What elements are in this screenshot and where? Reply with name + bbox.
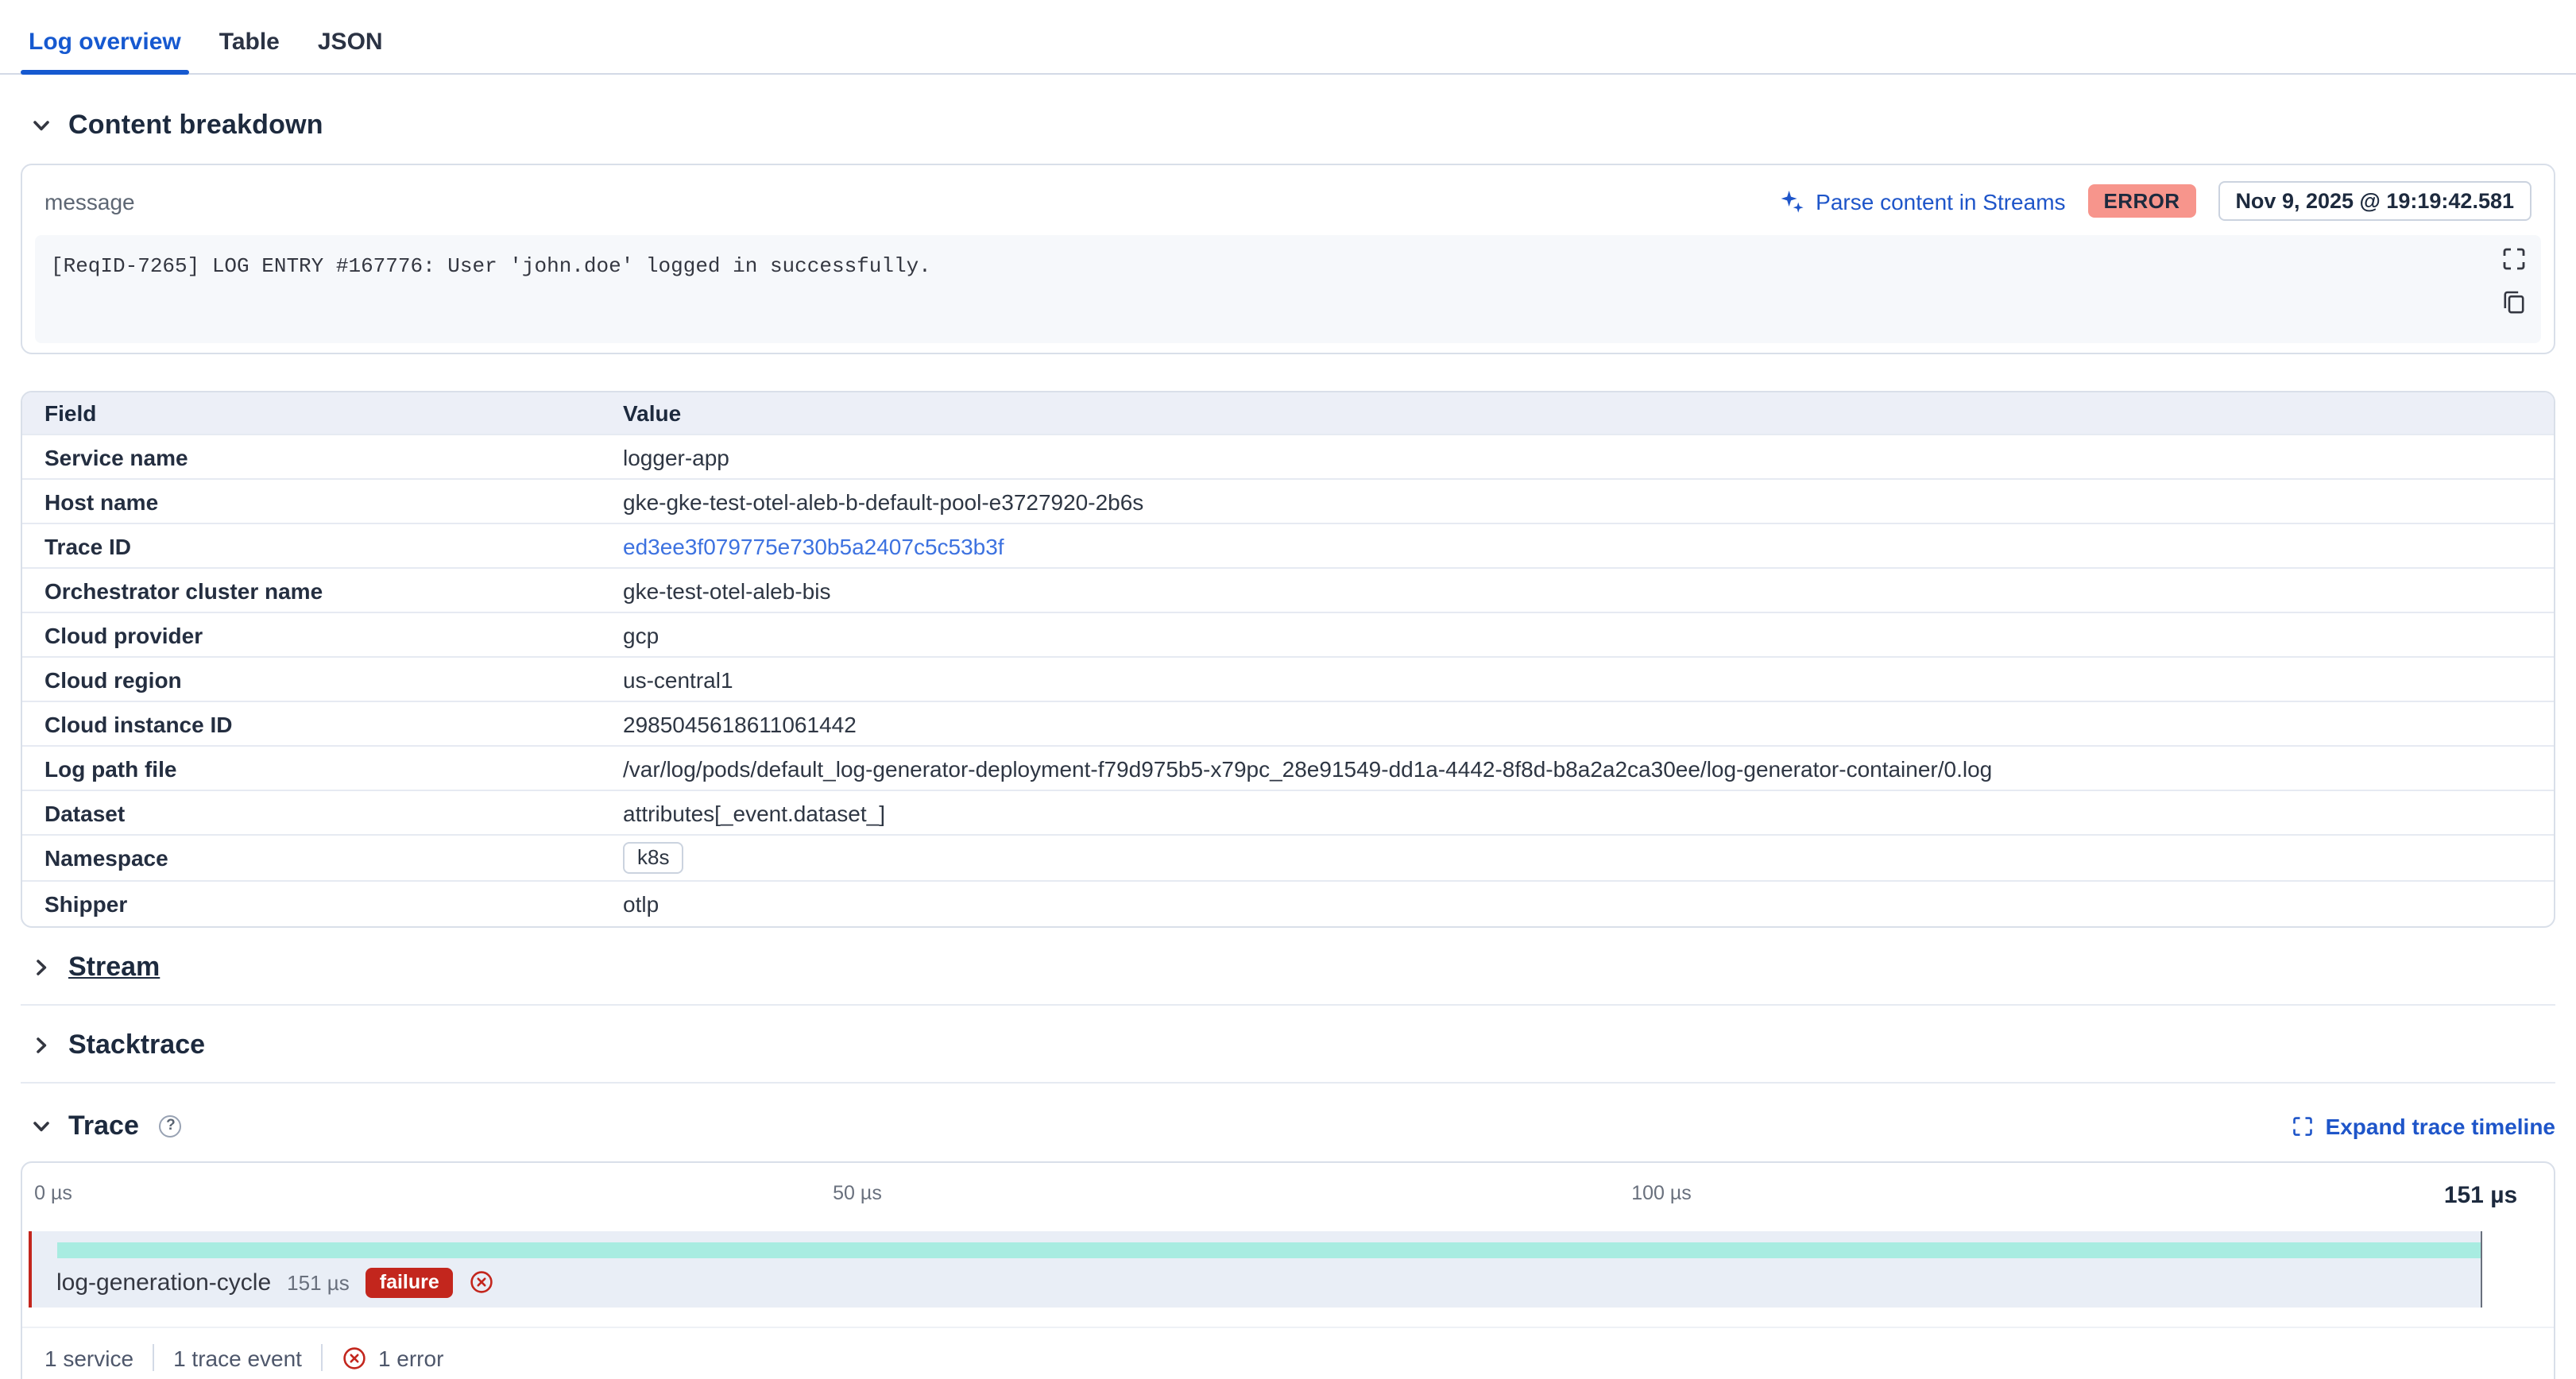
field-value: logger-app (601, 435, 2554, 479)
trace-span-row[interactable]: log-generation-cycle 151 µs failure (29, 1230, 2481, 1307)
table-row: Trace ID ed3ee3f079775e730b5a2407c5c53b3… (22, 523, 2554, 568)
field-value-table: Field Value Service name logger-app Host… (21, 391, 2555, 927)
field-name: Dataset (22, 790, 601, 835)
field-value: gke-test-otel-aleb-bis (601, 568, 2554, 612)
trace-event-count: 1 trace event (173, 1345, 302, 1370)
table-row: Cloud provider gcp (22, 612, 2554, 657)
table-row: Orchestrator cluster name gke-test-otel-… (22, 568, 2554, 612)
expand-icon (2292, 1114, 2315, 1137)
table-header-row: Field Value (22, 392, 2554, 435)
axis-tick: 100 µs (1631, 1181, 1692, 1203)
section-title-stacktrace: Stacktrace (68, 1029, 205, 1060)
section-title-trace: Trace (68, 1110, 139, 1141)
divider (321, 1344, 323, 1371)
trace-section-toggle[interactable]: Trace ? (32, 1110, 182, 1141)
tab-table[interactable]: Table (211, 29, 288, 73)
column-header-value: Value (601, 392, 2554, 435)
divider (153, 1344, 154, 1371)
field-name: Log path file (22, 746, 601, 790)
field-value: attributes[_event.dataset_] (601, 790, 2554, 835)
axis-tick: 0 µs (34, 1181, 72, 1203)
code-block-actions (2501, 246, 2527, 315)
parse-content-label: Parse content in Streams (1816, 188, 2065, 214)
error-count-label: 1 error (378, 1345, 443, 1370)
field-name: Cloud region (22, 657, 601, 701)
message-field-label: message (44, 188, 135, 214)
chevron-down-icon (32, 116, 51, 135)
axis-tick: 50 µs (833, 1181, 882, 1203)
section-title-content-breakdown: Content breakdown (68, 110, 323, 141)
span-label-group: log-generation-cycle 151 µs failure (56, 1267, 495, 1297)
field-value: gcp (601, 612, 2554, 657)
field-value: us-central1 (601, 657, 2554, 701)
field-name: Orchestrator cluster name (22, 568, 601, 612)
chevron-right-icon (32, 957, 51, 976)
field-value: gke-gke-test-otel-aleb-b-default-pool-e3… (601, 479, 2554, 523)
field-value: otlp (601, 881, 2554, 925)
span-status-badge[interactable]: failure (366, 1267, 454, 1297)
table-row: Host name gke-gke-test-otel-aleb-b-defau… (22, 479, 2554, 523)
log-level-badge[interactable]: ERROR (2088, 184, 2196, 218)
table-row: Service name logger-app (22, 435, 2554, 479)
message-code-block: [ReqID-7265] LOG ENTRY #167776: User 'jo… (35, 235, 2541, 343)
parse-content-link[interactable]: Parse content in Streams (1779, 188, 2065, 214)
table-row: Dataset attributes[_event.dataset_] (22, 790, 2554, 835)
log-detail-flyout: Log overview Table JSON Content breakdow… (0, 0, 2576, 1379)
span-duration-bar (56, 1242, 2481, 1257)
timeline-axis: 0 µs 50 µs 100 µs 151 µs (22, 1181, 2554, 1226)
message-panel: message Parse content in Streams ERROR N… (21, 164, 2555, 354)
chevron-right-icon (32, 1035, 51, 1054)
field-name: Service name (22, 435, 601, 479)
sparkles-icon (1779, 188, 1804, 214)
expand-icon[interactable] (2501, 246, 2527, 272)
tab-json[interactable]: JSON (310, 29, 391, 73)
field-name: Host name (22, 479, 601, 523)
section-title-stream: Stream (68, 951, 160, 983)
namespace-badge[interactable]: k8s (623, 842, 683, 874)
help-icon[interactable]: ? (160, 1114, 182, 1137)
message-actions: Parse content in Streams ERROR Nov 9, 20… (1779, 181, 2532, 221)
field-name: Shipper (22, 881, 601, 925)
field-name: Cloud provider (22, 612, 601, 657)
table-row: Cloud region us-central1 (22, 657, 2554, 701)
tab-log-overview[interactable]: Log overview (21, 29, 189, 73)
column-header-field: Field (22, 392, 601, 435)
copy-icon[interactable] (2501, 289, 2527, 315)
table-row: Cloud instance ID 2985045618611061442 (22, 701, 2554, 746)
error-count: 1 error (342, 1345, 443, 1370)
error-icon (342, 1345, 367, 1370)
table-row: Shipper otlp (22, 881, 2554, 925)
stream-section-toggle[interactable]: Stream (0, 927, 2576, 1003)
chevron-down-icon (32, 1116, 51, 1135)
trace-total-duration: 151 µs (2444, 1181, 2517, 1208)
span-duration: 151 µs (287, 1270, 350, 1294)
trace-waterfall-panel: 0 µs 50 µs 100 µs 151 µs log-generation-… (21, 1161, 2555, 1379)
message-panel-header: message Parse content in Streams ERROR N… (22, 165, 2554, 235)
field-value: 2985045618611061442 (601, 701, 2554, 746)
trace-section-header: Trace ? Expand trace timeline (0, 1083, 2576, 1161)
field-name: Namespace (22, 835, 601, 881)
stacktrace-section-toggle[interactable]: Stacktrace (0, 1005, 2576, 1081)
table-row: Log path file /var/log/pods/default_log-… (22, 746, 2554, 790)
expand-trace-timeline-label: Expand trace timeline (2326, 1113, 2555, 1138)
trace-id-link[interactable]: ed3ee3f079775e730b5a2407c5c53b3f (623, 533, 1004, 558)
trace-summary-bar: 1 service 1 trace event 1 error (22, 1326, 2554, 1379)
service-count: 1 service (44, 1345, 133, 1370)
timeline-end-marker (2480, 1230, 2482, 1307)
error-icon (470, 1269, 495, 1295)
tab-bar: Log overview Table JSON (0, 0, 2576, 75)
field-name: Trace ID (22, 523, 601, 568)
field-value: /var/log/pods/default_log-generator-depl… (601, 746, 2554, 790)
expand-trace-timeline-link[interactable]: Expand trace timeline (2292, 1113, 2555, 1138)
span-name: log-generation-cycle (56, 1269, 271, 1296)
table-row: Namespace k8s (22, 835, 2554, 881)
content-breakdown-toggle[interactable]: Content breakdown (0, 75, 2576, 164)
log-message-text: [ReqID-7265] LOG ENTRY #167776: User 'jo… (51, 254, 931, 278)
field-name: Cloud instance ID (22, 701, 601, 746)
timestamp-badge[interactable]: Nov 9, 2025 @ 19:19:42.581 (2218, 181, 2532, 221)
